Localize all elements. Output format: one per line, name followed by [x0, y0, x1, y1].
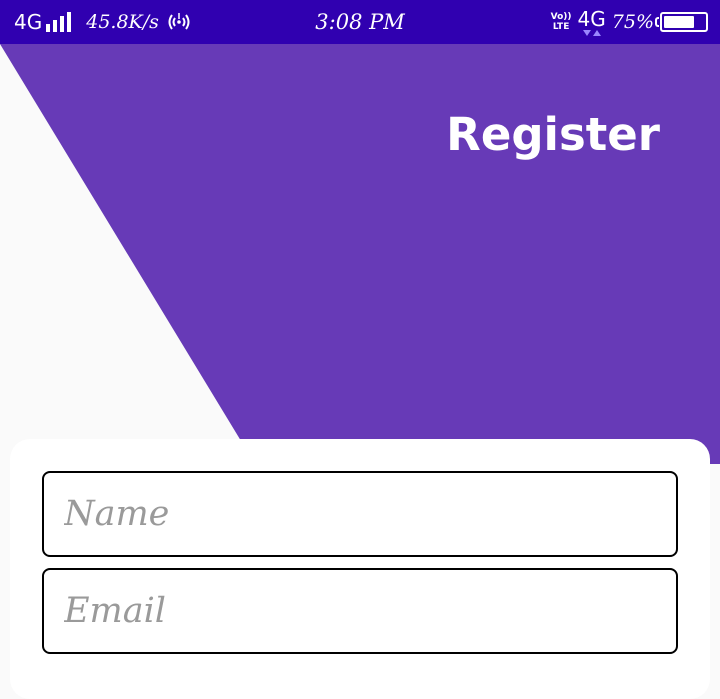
- volte-icon: Vo)) LTE: [551, 12, 572, 32]
- volte-bottom-label: LTE: [552, 22, 570, 32]
- page-title: Register: [446, 108, 660, 161]
- battery-fill: [664, 16, 694, 28]
- volte-top-label: Vo)): [550, 12, 572, 22]
- register-form-card: [10, 439, 710, 699]
- network-type-right: 4G: [577, 6, 606, 31]
- battery-percent: 75%: [611, 11, 654, 33]
- mobile-data-indicator: 4G: [578, 9, 606, 36]
- data-arrows-icon: [582, 29, 602, 36]
- header-background: [0, 44, 720, 464]
- name-input[interactable]: [42, 471, 678, 557]
- status-right: Vo)) LTE 4G 75%: [551, 0, 708, 44]
- battery-icon: [655, 12, 708, 32]
- email-input[interactable]: [42, 568, 678, 654]
- status-bar: 4G 45.8K/s 3:08 PM Vo)) LTE 4G 75%: [0, 0, 720, 44]
